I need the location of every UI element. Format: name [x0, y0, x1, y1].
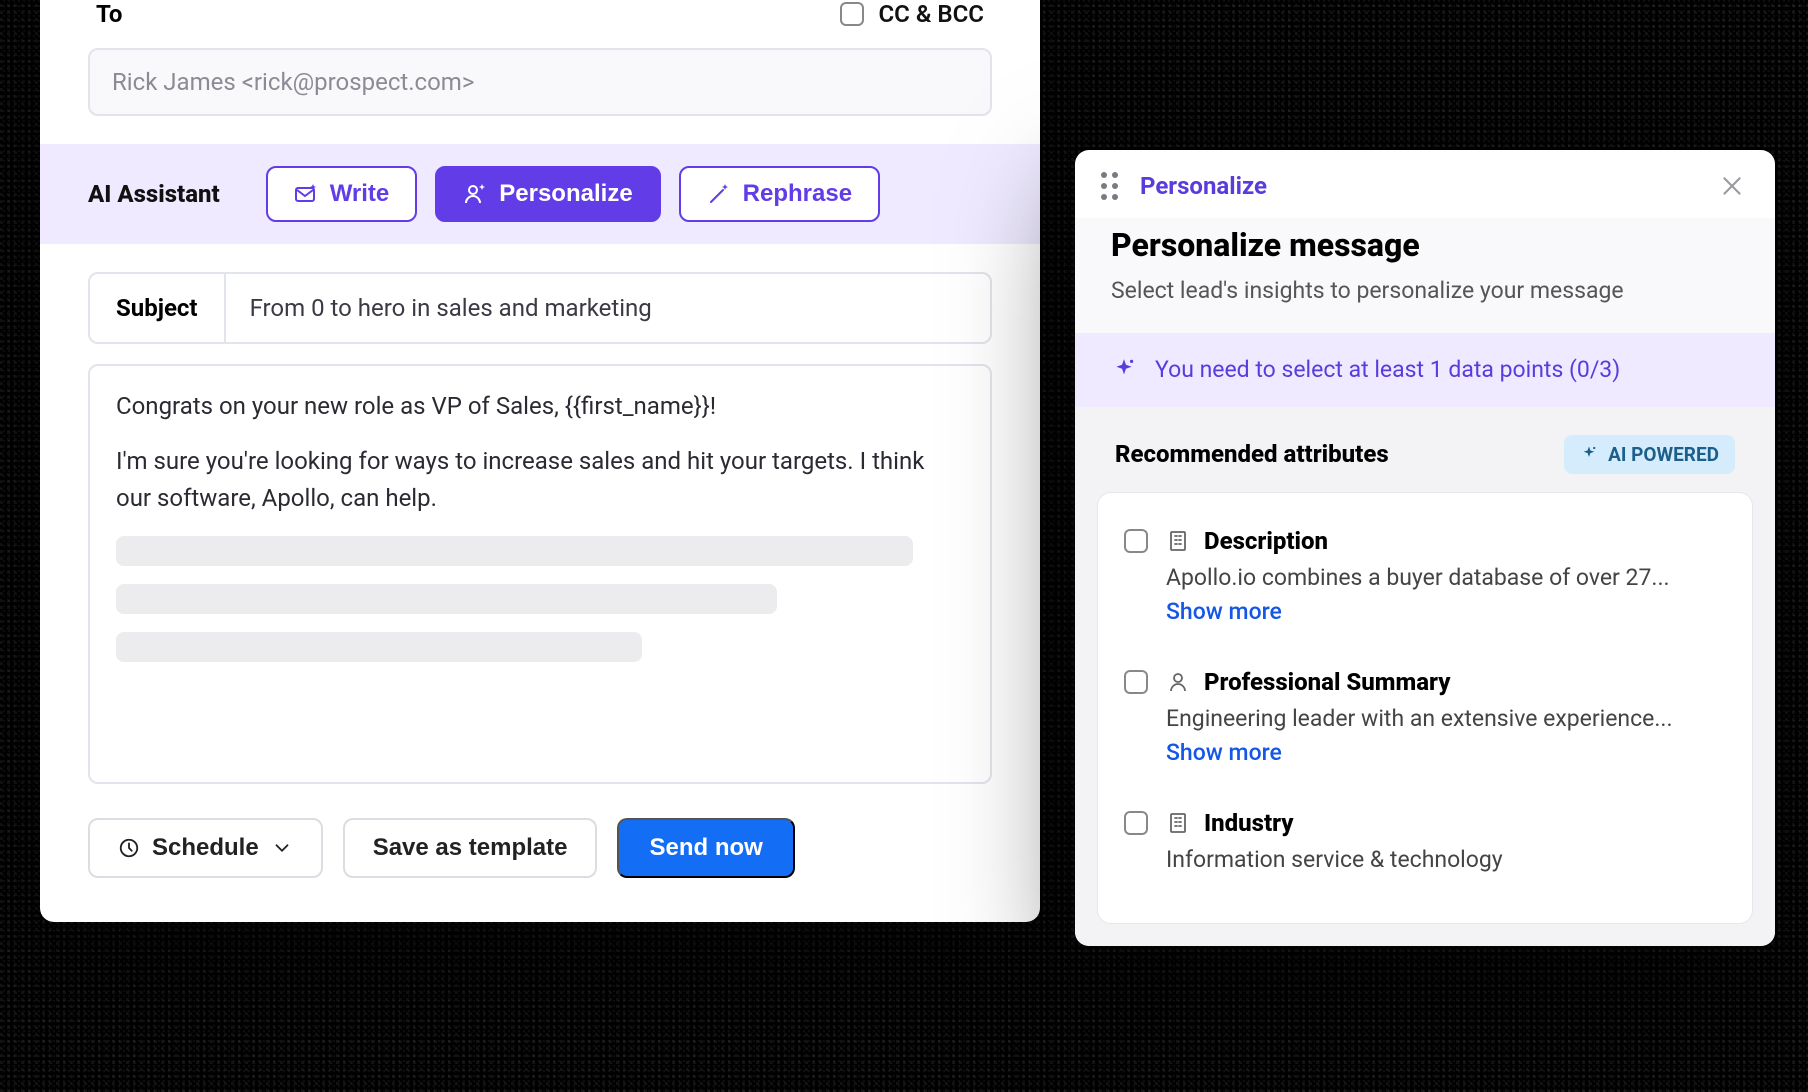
building-icon: [1166, 811, 1190, 835]
panel-header: Personalize: [1075, 150, 1775, 218]
subject-label: Subject: [90, 274, 226, 342]
to-label: To: [96, 0, 122, 28]
person-sparkle-icon: [463, 182, 487, 206]
personalize-button-label: Personalize: [499, 180, 632, 208]
attribute-label: Industry: [1204, 809, 1294, 837]
email-body[interactable]: Congrats on your new role as VP of Sales…: [88, 364, 992, 784]
skeleton-line: [116, 632, 642, 662]
sparkle-icon: [1111, 357, 1137, 383]
write-button-label: Write: [330, 180, 390, 208]
recommended-header: Recommended attributes AI POWERED: [1097, 429, 1753, 492]
panel-body: Recommended attributes AI POWERED Descri…: [1075, 407, 1775, 947]
attribute-text: Information service & technology: [1166, 843, 1726, 878]
attribute-row: Industry Information service & technolog…: [1124, 795, 1726, 902]
ai-assistant-title: AI Assistant: [88, 180, 220, 208]
panel-subheader: Personalize message Select lead's insigh…: [1075, 218, 1775, 333]
attributes-card: Description Apollo.io combines a buyer d…: [1097, 492, 1753, 925]
mail-sparkle-icon: [294, 182, 318, 206]
panel-heading: Personalize message: [1111, 226, 1739, 264]
save-template-label: Save as template: [373, 834, 568, 862]
write-button[interactable]: Write: [266, 166, 418, 222]
body-paragraph-2: I'm sure you're looking for ways to incr…: [116, 443, 964, 517]
wand-icon: [707, 182, 731, 206]
sparkle-icon: [1580, 445, 1598, 463]
personalize-panel: Personalize Personalize message Select l…: [1075, 150, 1775, 946]
chevron-down-icon: [271, 837, 293, 859]
rephrase-button[interactable]: Rephrase: [679, 166, 880, 222]
skeleton-line: [116, 536, 913, 566]
attribute-row: Professional Summary Engineering leader …: [1124, 654, 1726, 795]
attribute-label: Description: [1204, 527, 1328, 555]
body-paragraph-1: Congrats on your new role as VP of Sales…: [116, 388, 964, 425]
action-row: Schedule Save as template Send now: [40, 784, 1040, 922]
ai-powered-label: AI POWERED: [1608, 443, 1719, 466]
ai-assistant-bar: AI Assistant Write Personalize Rephrase: [40, 144, 1040, 244]
send-now-button[interactable]: Send now: [617, 818, 794, 878]
schedule-button[interactable]: Schedule: [88, 818, 323, 878]
panel-tab-title: Personalize: [1140, 172, 1267, 200]
email-composer: To CC & BCC Rick James <rick@prospect.co…: [40, 0, 1040, 922]
clock-icon: [118, 837, 140, 859]
attribute-checkbox[interactable]: [1124, 811, 1148, 835]
cc-bcc-checkbox[interactable]: [840, 2, 864, 26]
show-more-link[interactable]: Show more: [1166, 739, 1282, 766]
close-button[interactable]: [1719, 173, 1745, 199]
hint-text: You need to select at least 1 data point…: [1155, 353, 1620, 386]
cc-bcc-label: CC & BCC: [878, 0, 984, 28]
send-now-label: Send now: [649, 834, 762, 862]
building-icon: [1166, 529, 1190, 553]
to-row: To CC & BCC: [40, 0, 1040, 40]
schedule-label: Schedule: [152, 834, 259, 862]
subject-row: Subject From 0 to hero in sales and mark…: [88, 272, 992, 344]
to-input[interactable]: Rick James <rick@prospect.com>: [88, 48, 992, 116]
person-icon: [1166, 670, 1190, 694]
attribute-text: Apollo.io combines a buyer database of o…: [1166, 561, 1726, 630]
hint-bar: You need to select at least 1 data point…: [1075, 333, 1775, 406]
close-icon: [1719, 173, 1745, 199]
subject-input[interactable]: From 0 to hero in sales and marketing: [226, 274, 990, 342]
save-template-button[interactable]: Save as template: [343, 818, 598, 878]
recommended-title: Recommended attributes: [1115, 440, 1389, 468]
attribute-label: Professional Summary: [1204, 668, 1450, 696]
attribute-checkbox[interactable]: [1124, 529, 1148, 553]
cc-bcc-toggle[interactable]: CC & BCC: [840, 0, 984, 28]
attribute-text: Engineering leader with an extensive exp…: [1166, 702, 1726, 771]
rephrase-button-label: Rephrase: [743, 180, 852, 208]
attribute-row: Description Apollo.io combines a buyer d…: [1124, 515, 1726, 654]
drag-handle-icon[interactable]: [1101, 172, 1118, 200]
panel-description: Select lead's insights to personalize yo…: [1111, 274, 1739, 307]
attribute-checkbox[interactable]: [1124, 670, 1148, 694]
ai-powered-badge: AI POWERED: [1564, 435, 1735, 474]
personalize-button[interactable]: Personalize: [435, 166, 660, 222]
show-more-link[interactable]: Show more: [1166, 598, 1282, 625]
skeleton-line: [116, 584, 777, 614]
